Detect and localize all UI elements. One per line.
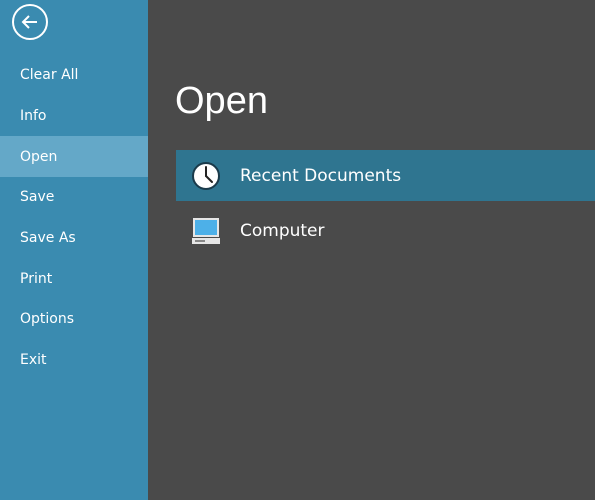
recent-documents-option[interactable]: Recent Documents	[176, 150, 595, 201]
sidebar-item-exit[interactable]: Exit	[0, 340, 148, 381]
sidebar-item-save-as[interactable]: Save As	[0, 218, 148, 259]
arrow-left-icon	[21, 15, 37, 29]
sidebar-item-options[interactable]: Options	[0, 299, 148, 340]
computer-option[interactable]: Computer	[176, 205, 595, 256]
sidebar-item-save[interactable]: Save	[0, 177, 148, 218]
back-button[interactable]	[12, 4, 48, 40]
sidebar-item-print[interactable]: Print	[0, 258, 148, 299]
sidebar: Clear All Info Open Save Save As Print O…	[0, 0, 148, 500]
page-title: Open	[175, 80, 268, 122]
sidebar-item-info[interactable]: Info	[0, 96, 148, 137]
sidebar-menu: Clear All Info Open Save Save As Print O…	[0, 55, 148, 381]
computer-icon	[190, 215, 222, 247]
computer-label: Computer	[240, 220, 325, 241]
sidebar-item-open[interactable]: Open	[0, 136, 148, 178]
clock-icon	[190, 160, 222, 192]
main-panel: Open Recent Documents Computer	[148, 0, 595, 500]
sidebar-item-clear-all[interactable]: Clear All	[0, 55, 148, 96]
recent-documents-label: Recent Documents	[240, 165, 402, 186]
